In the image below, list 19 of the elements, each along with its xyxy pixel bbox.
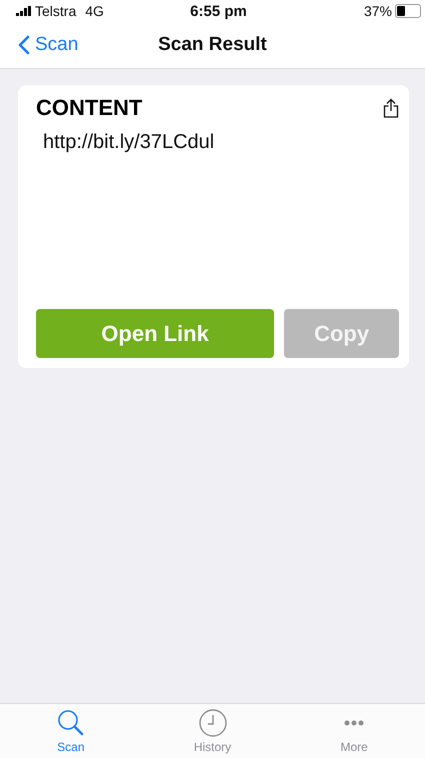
open-link-button[interactable]: Open Link [36, 309, 274, 358]
screen-title: Scan Result [158, 34, 267, 56]
network-type: 4G [85, 3, 104, 19]
signal-icon [16, 6, 32, 16]
clock-icon [198, 708, 228, 738]
status-time: 6:55 pm [190, 2, 247, 20]
more-icon [344, 720, 364, 726]
tab-item[interactable]: More [283, 704, 425, 758]
share-button[interactable] [383, 98, 399, 118]
content-heading: CONTENT [36, 95, 142, 121]
carrier-name: Telstra [35, 3, 76, 19]
battery-percent: 37% [364, 3, 392, 19]
tab-item[interactable]: Scan [0, 704, 142, 758]
battery-icon [394, 4, 421, 18]
share-icon [383, 98, 399, 118]
back-button[interactable]: Scan [14, 34, 82, 56]
tab-item[interactable]: History [142, 704, 284, 758]
back-chevron-icon [18, 35, 30, 55]
search-icon [56, 708, 86, 738]
